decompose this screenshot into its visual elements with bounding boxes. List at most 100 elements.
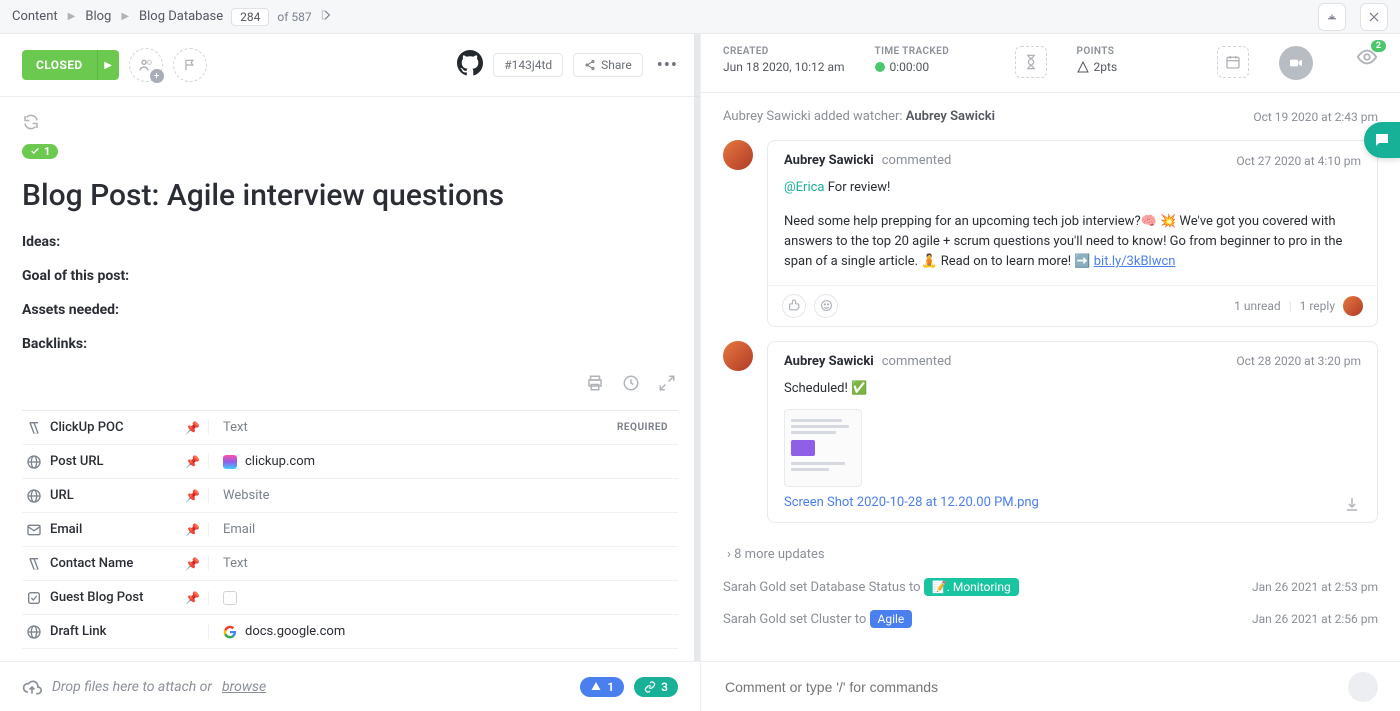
page-title[interactable]: Blog Post: Agile interview questions — [22, 178, 678, 214]
assignee-add-button[interactable]: + — [129, 48, 163, 82]
left-pane: CLOSED ▶ + #143j4td Share — [0, 34, 700, 711]
timestamp: Oct 28 2020 at 3:20 pm — [1236, 354, 1361, 368]
chevron-right-icon: ▶ — [68, 11, 76, 22]
field-placeholder: Email — [223, 522, 255, 537]
timestamp: Oct 19 2020 at 2:43 pm — [1253, 110, 1378, 124]
cloud-upload-icon — [22, 677, 42, 697]
due-date-button[interactable] — [1217, 46, 1249, 78]
field-row-email[interactable]: Email 📌 Email — [22, 513, 678, 547]
mention[interactable]: @Erica — [784, 180, 825, 195]
comment-body[interactable]: Scheduled! ✅ — [784, 379, 1361, 399]
favicon-clickup — [223, 455, 237, 469]
field-label: Guest Blog Post — [50, 590, 143, 605]
field-placeholder: Website — [223, 488, 270, 503]
status-next-button[interactable]: ▶ — [97, 50, 119, 80]
avatar — [723, 341, 753, 371]
link-attachment-chip[interactable]: 3 — [634, 677, 678, 697]
status-badge-monitoring: 📝. Monitoring — [924, 578, 1019, 596]
timer-add-button[interactable] — [1015, 46, 1047, 78]
comment-link[interactable]: bit.ly/3kBlwcn — [1094, 254, 1176, 269]
send-comment-button[interactable] — [1348, 672, 1378, 702]
more-menu-button[interactable]: ••• — [653, 55, 682, 76]
task-id-pill[interactable]: #143j4td — [493, 53, 563, 77]
drive-attachment-chip[interactable]: 1 — [580, 677, 624, 697]
field-row-guest-blog-post[interactable]: Guest Blog Post📌 — [22, 581, 678, 615]
flag-priority-button[interactable] — [173, 48, 207, 82]
field-label: Email — [50, 522, 82, 537]
breadcrumb-content[interactable]: Content — [12, 9, 58, 24]
attachment-thumbnail[interactable] — [784, 409, 862, 487]
left-content: 1 Blog Post: Agile interview questions I… — [0, 97, 700, 709]
recurrence-icon[interactable] — [22, 113, 40, 131]
desc-heading-ideas[interactable]: Ideas: — [22, 234, 678, 250]
field-label: ClickUp POC — [50, 420, 123, 435]
field-placeholder: Text — [223, 556, 248, 571]
play-dot-icon — [875, 62, 885, 72]
meta-time-tracked[interactable]: TIME TRACKED 0:00:00 — [875, 46, 985, 74]
floating-comment-button[interactable] — [1364, 122, 1400, 158]
activity-line-cluster: Sarah Gold set Cluster to Agile Jan 26 2… — [723, 604, 1378, 636]
status-badge-agile: Agile — [870, 610, 913, 628]
top-breadcrumb-bar: Content ▶ Blog ▶ Blog Database 284 of 58… — [0, 0, 1400, 34]
expand-icon[interactable] — [658, 374, 676, 396]
desc-heading-goal[interactable]: Goal of this post: — [22, 268, 678, 284]
emoji-add-button[interactable] — [814, 294, 838, 318]
comment-input[interactable] — [723, 678, 1338, 696]
record-clip-button[interactable] — [1279, 46, 1313, 80]
minimize-button[interactable] — [1318, 3, 1346, 31]
field-value: clickup.com — [245, 454, 315, 469]
pin-icon: 📌 — [185, 421, 200, 435]
field-row-clickup-poc[interactable]: ClickUp POC📌 TextREQUIRED — [22, 411, 678, 445]
field-row-draft-link[interactable]: Draft Link docs.google.com — [22, 615, 678, 649]
desc-heading-assets[interactable]: Assets needed: — [22, 302, 678, 318]
like-button[interactable] — [782, 294, 806, 318]
meta-value: Jun 18 2020, 10:12 am — [723, 60, 845, 74]
timestamp: Jan 26 2021 at 2:56 pm — [1252, 612, 1378, 626]
status-closed-button[interactable]: CLOSED — [22, 50, 97, 80]
comment-body[interactable]: @Erica For review! Need some help preppi… — [784, 178, 1361, 273]
meta-created: CREATED Jun 18 2020, 10:12 am — [723, 46, 845, 74]
pin-icon: 📌 — [185, 455, 200, 469]
meta-label: POINTS — [1077, 46, 1187, 57]
more-updates-toggle[interactable]: › 8 more updates — [723, 537, 1378, 572]
avatar — [1343, 296, 1363, 316]
breadcrumb-database[interactable]: Blog Database — [139, 9, 223, 24]
right-pane: CREATED Jun 18 2020, 10:12 am TIME TRACK… — [700, 34, 1400, 711]
meta-points[interactable]: POINTS 2pts — [1077, 46, 1187, 74]
pin-icon: 📌 — [185, 523, 200, 537]
watchers-button[interactable]: 2 — [1356, 46, 1378, 72]
open-external-icon[interactable] — [320, 8, 334, 26]
download-icon[interactable] — [1343, 495, 1361, 517]
field-value: docs.google.com — [245, 624, 345, 639]
history-icon[interactable] — [622, 374, 640, 396]
desc-heading-backlinks[interactable]: Backlinks: — [22, 336, 678, 352]
close-button[interactable] — [1360, 3, 1388, 31]
attachment-name[interactable]: Screen Shot 2020-10-28 at 12.20.00 PM.pn… — [784, 495, 1039, 510]
comment-block: Aubrey Sawicki commented Oct 27 2020 at … — [723, 140, 1378, 327]
breadcrumb-blog[interactable]: Blog — [85, 9, 111, 24]
right-header: CREATED Jun 18 2020, 10:12 am TIME TRACK… — [701, 34, 1400, 93]
print-icon[interactable] — [586, 374, 604, 396]
page-current[interactable]: 284 — [231, 8, 269, 26]
unread-count[interactable]: 1 unread — [1234, 299, 1281, 313]
app-root: Content ▶ Blog ▶ Blog Database 284 of 58… — [0, 0, 1400, 711]
github-icon[interactable] — [457, 50, 483, 80]
activity-feed: Aubrey Sawicki added watcher: Aubrey Saw… — [701, 93, 1400, 661]
page-total: of 587 — [277, 10, 311, 24]
field-row-post-url[interactable]: Post URL📌 clickup.com — [22, 445, 678, 479]
subtask-count: 1 — [44, 145, 50, 158]
field-placeholder: Text — [223, 420, 248, 435]
timestamp: Oct 27 2020 at 4:10 pm — [1236, 154, 1361, 168]
checkbox-empty[interactable] — [223, 591, 237, 605]
watchers-count-badge: 2 — [1371, 40, 1386, 52]
field-row-url[interactable]: URL📌 Website — [22, 479, 678, 513]
field-row-contact-name[interactable]: Contact Name📌 Text — [22, 547, 678, 581]
browse-link[interactable]: browse — [222, 679, 266, 695]
comment-block: Aubrey Sawicki commented Oct 28 2020 at … — [723, 341, 1378, 523]
subtask-count-badge[interactable]: 1 — [22, 144, 58, 159]
avatar — [723, 140, 753, 170]
reply-count[interactable]: 1 reply — [1300, 299, 1335, 313]
share-button[interactable]: Share — [573, 53, 643, 77]
meta-value: 0:00:00 — [890, 60, 930, 74]
comment-footer: 1 unread | 1 reply — [768, 285, 1377, 326]
